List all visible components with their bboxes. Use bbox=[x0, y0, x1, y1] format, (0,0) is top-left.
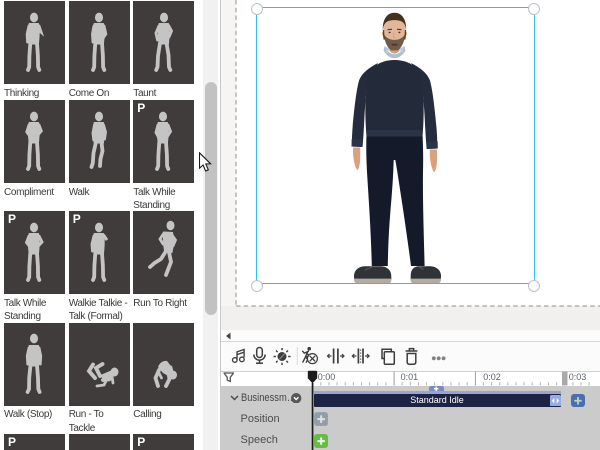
svg-text:0:01: 0:01 bbox=[401, 372, 419, 382]
svg-text:0:02: 0:02 bbox=[483, 372, 501, 382]
svg-text:0:00: 0:00 bbox=[318, 372, 336, 382]
svg-text:0:03: 0:03 bbox=[569, 372, 587, 382]
